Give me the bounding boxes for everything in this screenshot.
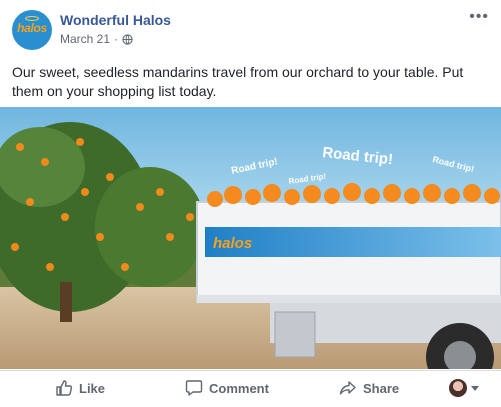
post-date[interactable]: March 21 xyxy=(60,32,110,46)
facebook-post: halos Wonderful Halos March 21 · ••• Our… xyxy=(0,0,501,407)
comment-icon xyxy=(185,380,203,396)
post-image[interactable]: halos Road trip! Road trip! Road trip! R… xyxy=(0,107,501,369)
more-horizontal-icon[interactable]: ••• xyxy=(469,9,489,25)
user-avatar xyxy=(449,379,467,397)
post-text: Our sweet, seedless mandarins travel fro… xyxy=(12,64,464,99)
post-header: halos Wonderful Halos March 21 · ••• xyxy=(0,0,501,56)
page-name-link[interactable]: Wonderful Halos xyxy=(60,12,171,28)
share-icon xyxy=(339,381,356,395)
globe-icon[interactable] xyxy=(122,33,133,45)
share-label: Share xyxy=(363,380,400,396)
thumbs-up-icon xyxy=(56,380,73,396)
chevron-down-icon xyxy=(471,385,479,391)
reaction-identity-selector[interactable] xyxy=(449,379,479,397)
share-button[interactable]: Share xyxy=(339,379,399,397)
mandarin-truck-photo: halos Road trip! Road trip! Road trip! R… xyxy=(0,107,501,369)
comment-button[interactable]: Comment xyxy=(185,379,269,397)
truck-logo: halos xyxy=(213,235,252,252)
comment-label: Comment xyxy=(209,380,269,396)
avatar-logo-text: halos xyxy=(17,21,47,35)
meta-separator: · xyxy=(114,32,119,46)
action-bar: Like Comment Share xyxy=(0,370,501,407)
page-avatar[interactable]: halos xyxy=(12,10,52,50)
like-button[interactable]: Like xyxy=(55,379,105,397)
post-meta: March 21 · xyxy=(60,32,133,46)
like-label: Like xyxy=(79,380,106,396)
